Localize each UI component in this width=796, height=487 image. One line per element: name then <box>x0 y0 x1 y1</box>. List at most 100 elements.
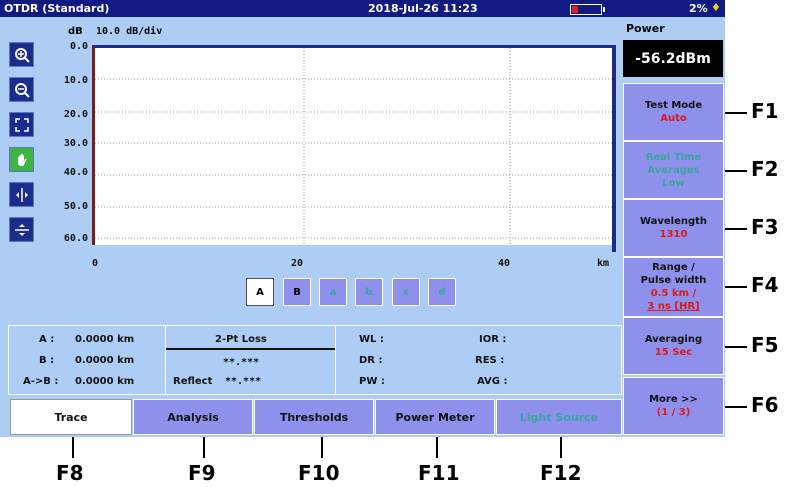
reflect-value: **.*** <box>225 376 262 387</box>
battery-percent: 2% <box>689 2 708 15</box>
measurement-info-panel: A : 0.0000 km B : 0.0000 km A->B : 0.000… <box>8 325 622 395</box>
fkey-line: Test Mode <box>644 100 703 111</box>
marker-b-value: 0.0000 km <box>75 355 135 366</box>
pointer-line <box>72 437 74 458</box>
vertical-arrows-icon <box>14 223 29 236</box>
pan-button[interactable] <box>9 147 34 172</box>
tab-power-meter[interactable]: Power Meter <box>375 399 495 435</box>
x-tick-label: 40 <box>498 258 511 269</box>
y-tick-label: 20.0 <box>63 109 88 120</box>
pointer-line <box>725 228 747 230</box>
pointer-line <box>725 170 747 172</box>
f8-label: F8 <box>56 461 84 485</box>
f2-label: F2 <box>751 157 779 181</box>
f9-label: F9 <box>188 461 216 485</box>
wavelength-key[interactable]: Wavelength 1310 <box>623 199 724 257</box>
app-title: OTDR (Standard) <box>4 2 110 15</box>
tab-thresholds[interactable]: Thresholds <box>254 399 374 435</box>
trace-button-B[interactable]: B <box>283 278 311 306</box>
fkey-value: Low <box>662 177 685 189</box>
fkey-value: 3 ns [HR] <box>647 301 700 312</box>
power-label: Power <box>626 22 665 35</box>
reflect-label: Reflect <box>173 376 213 387</box>
pw-label: PW : <box>359 376 385 387</box>
fkey-value: 0.5 km / <box>650 288 697 299</box>
marker-a-label: A : <box>39 334 55 345</box>
hand-icon <box>17 153 26 166</box>
zoom-in-button[interactable] <box>9 42 34 67</box>
datetime: 2018-Jul-26 11:23 <box>368 2 478 15</box>
tab-analysis[interactable]: Analysis <box>133 399 253 435</box>
horizontal-arrows-icon <box>15 187 28 202</box>
scale-label: 10.0 dB/div <box>96 26 163 37</box>
y-tick-label: 10.0 <box>63 75 88 86</box>
y-tick-label: 40.0 <box>63 167 88 178</box>
y-tick-label: 0.0 <box>69 41 88 52</box>
pointer-line <box>203 437 205 458</box>
trace-button-A[interactable]: A <box>246 278 274 306</box>
fit-screen-icon <box>14 117 29 132</box>
fkey-line: Range / <box>652 262 695 273</box>
range-pulse-width-key[interactable]: Range / Pulse width 0.5 km / 3 ns [HR] <box>623 257 724 317</box>
f10-label: F10 <box>298 461 340 485</box>
avg-label: AVG : <box>477 376 508 387</box>
averaging-key[interactable]: Averaging 15 Sec <box>623 317 724 375</box>
tab-light-source[interactable]: Light Source <box>496 399 622 435</box>
ior-label: IOR : <box>479 334 507 345</box>
fkey-line: Averages <box>647 164 700 176</box>
y-tick-label: 60.0 <box>63 233 88 244</box>
more-key[interactable]: More >> (1 / 3) <box>623 377 724 435</box>
two-point-loss-title: 2-Pt Loss <box>215 334 267 345</box>
plot-scrollbar[interactable] <box>612 45 616 252</box>
marker-b-label: B : <box>39 355 55 366</box>
marker-a-value: 0.0000 km <box>75 334 135 345</box>
trace-plot-area[interactable] <box>92 45 612 245</box>
x-unit: km <box>597 258 610 269</box>
fkey-line: Wavelength <box>639 216 708 227</box>
fkey-line: More >> <box>649 394 698 405</box>
dr-label: DR : <box>359 355 383 366</box>
real-time-averages-key[interactable]: Real Time Averages Low <box>623 141 724 199</box>
fkey-value: 15 Sec <box>654 347 693 358</box>
title-bar: OTDR (Standard) 2018-Jul-26 11:23 2% ♦ <box>0 0 725 17</box>
pointer-line <box>725 286 747 288</box>
fkey-value: (1 / 3) <box>656 407 691 418</box>
battery-icon <box>570 4 605 15</box>
x-tick-label: 0 <box>92 258 99 269</box>
fkey-line: Real Time <box>645 151 702 163</box>
power-value: -56.2dBm <box>623 40 723 77</box>
f5-label: F5 <box>751 333 779 357</box>
plot-grid <box>95 48 612 245</box>
zoom-out-icon <box>14 82 30 98</box>
vertical-marker-button[interactable] <box>9 217 34 242</box>
f6-label: F6 <box>751 393 779 417</box>
pointer-line <box>725 406 747 408</box>
pointer-line <box>725 346 747 348</box>
y-tick-label: 50.0 <box>63 201 88 212</box>
trace-button-c[interactable]: c <box>392 278 420 306</box>
y-unit: dB <box>68 26 83 37</box>
f1-label: F1 <box>751 99 779 123</box>
fkey-line: Averaging <box>644 334 703 345</box>
f3-label: F3 <box>751 215 779 239</box>
y-tick-label: 30.0 <box>63 138 88 149</box>
f12-label: F12 <box>540 461 582 485</box>
trace-button-b[interactable]: b <box>355 278 383 306</box>
zoom-out-button[interactable] <box>9 77 34 102</box>
fkey-value: Auto <box>660 113 687 124</box>
trace-button-a[interactable]: a <box>319 278 347 306</box>
pointer-line <box>560 437 562 458</box>
tab-trace[interactable]: Trace <box>10 399 132 435</box>
horizontal-marker-button[interactable] <box>9 182 34 207</box>
two-point-loss-value: **.*** <box>223 357 260 368</box>
f4-label: F4 <box>751 273 779 297</box>
marker-ab-label: A->B : <box>23 376 59 387</box>
charging-icon: ♦ <box>711 1 721 14</box>
test-mode-key[interactable]: Test Mode Auto <box>623 83 724 141</box>
pointer-line <box>321 437 323 458</box>
x-tick-label: 20 <box>291 258 304 269</box>
full-view-button[interactable] <box>9 112 34 137</box>
wl-label: WL : <box>359 334 384 345</box>
trace-button-d[interactable]: d <box>428 278 456 306</box>
fkey-value: 1310 <box>659 229 688 240</box>
